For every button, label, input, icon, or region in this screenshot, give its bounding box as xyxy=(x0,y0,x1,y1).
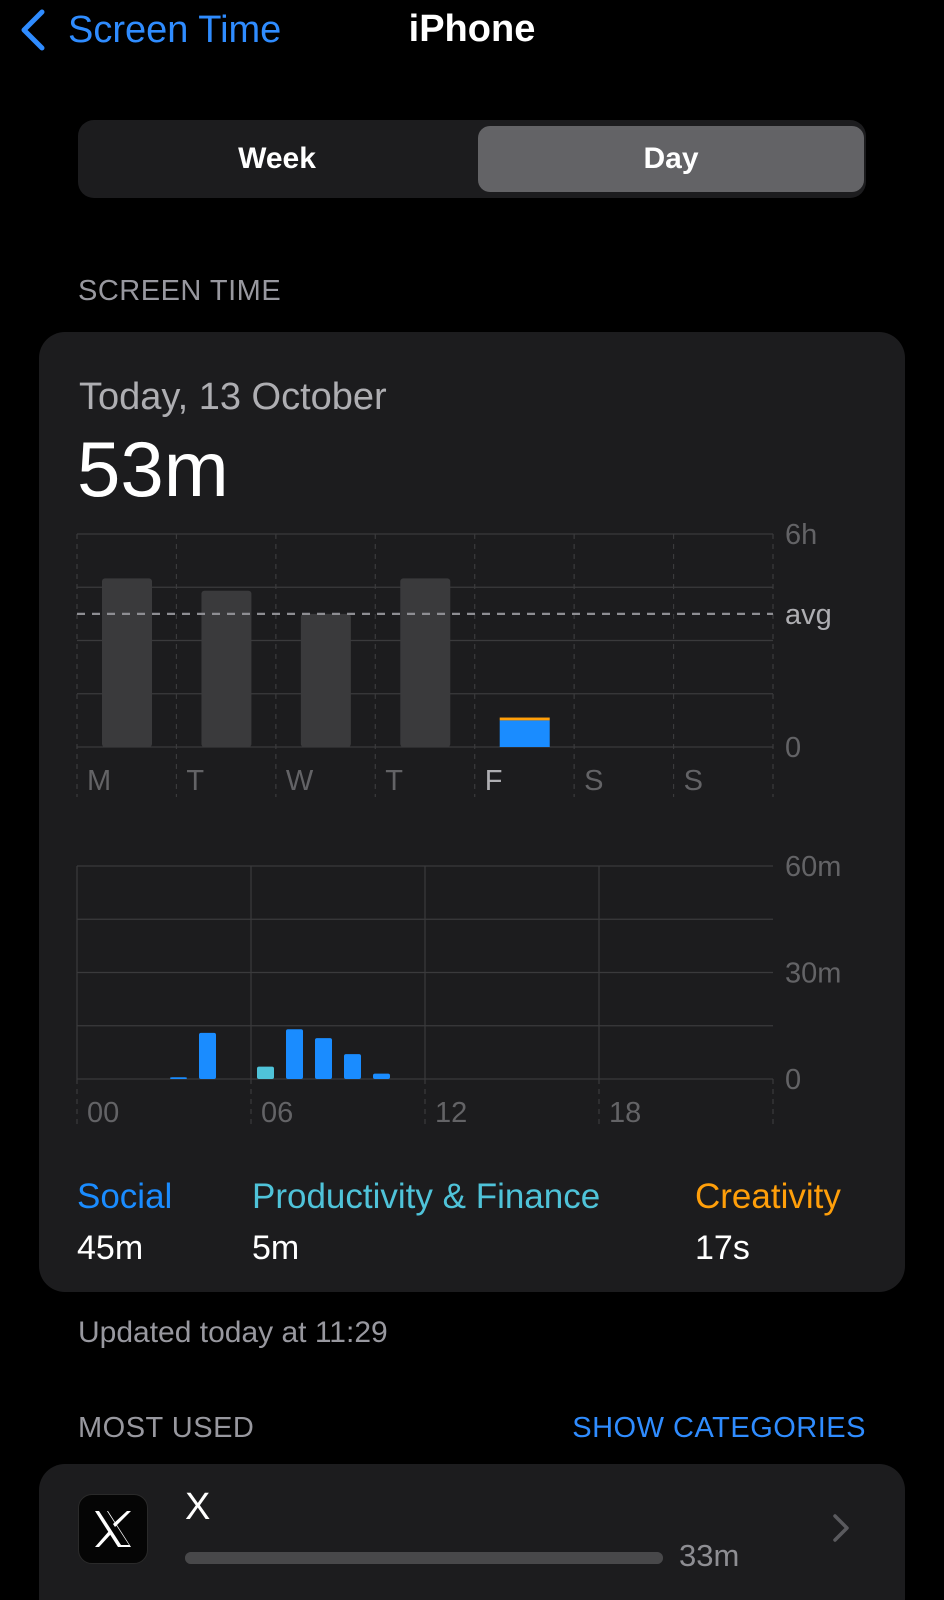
week-bar xyxy=(499,717,550,721)
legend-productivity-value: 5m xyxy=(252,1229,300,1267)
chevron-right-icon xyxy=(833,1514,849,1542)
hour-tick-label: 12 xyxy=(435,1097,467,1129)
hour-tick-label: 18 xyxy=(609,1097,641,1129)
show-categories-button[interactable]: SHOW CATEGORIES xyxy=(572,1412,866,1445)
app-name: X xyxy=(185,1486,211,1528)
hour-bar xyxy=(199,1032,216,1079)
page-title: iPhone xyxy=(408,8,536,50)
hour-bar xyxy=(286,1029,303,1079)
week-y-tick-label: 0 xyxy=(785,732,801,764)
week-y-tick-label: 6h xyxy=(785,519,817,551)
hour-y-tick-label: 0 xyxy=(785,1064,801,1096)
app-usage-bar xyxy=(185,1552,663,1564)
app-usage-bar-fill xyxy=(185,1552,663,1564)
week-tick-label: T xyxy=(186,765,204,797)
legend-productivity: Productivity & Finance 5m xyxy=(252,1177,600,1268)
legend-creativity-value: 17s xyxy=(695,1229,750,1267)
usage-charts: M T W T F S S6havg000 06 12 1860m30m0 xyxy=(76,519,841,1129)
list-item[interactable]: X 33m xyxy=(39,1464,905,1594)
week-tick-label: T xyxy=(385,765,403,797)
navigation-bar: Screen Time iPhone xyxy=(0,0,944,60)
segment-week[interactable]: Week xyxy=(84,126,470,192)
most-used-list: X 33m xyxy=(39,1464,905,1600)
most-used-section-header: MOST USED xyxy=(78,1412,255,1444)
week-bar xyxy=(102,578,152,747)
legend-social-value: 45m xyxy=(77,1229,144,1267)
legend-creativity: Creativity 17s xyxy=(695,1177,841,1268)
updated-timestamp: Updated today at 11:29 xyxy=(78,1316,388,1349)
legend-social-name: Social xyxy=(77,1177,173,1216)
app-usage-time: 33m xyxy=(679,1538,740,1573)
week-tick-label: M xyxy=(87,765,111,797)
week-tick-label: S xyxy=(684,765,703,797)
screen-time-section-header: SCREEN TIME xyxy=(78,275,282,307)
week-tick-label: F xyxy=(485,765,503,797)
hour-tick-label: 00 xyxy=(87,1097,119,1129)
hour-y-tick-label: 60m xyxy=(785,851,841,883)
legend-productivity-name: Productivity & Finance xyxy=(252,1177,601,1216)
x-app-icon xyxy=(78,1494,148,1564)
week-tick-label: S xyxy=(584,765,603,797)
period-segmented-control: Week Day xyxy=(78,120,866,198)
week-bar xyxy=(499,720,550,747)
screen-time-card[interactable]: Today, 13 October 53m M T W T F S S 6h avg 0 00 06 1… xyxy=(39,332,905,1292)
week-tick-label: W xyxy=(286,765,314,797)
week-bar xyxy=(400,578,451,747)
hour-y-tick-label: 30m xyxy=(785,958,841,990)
hour-bar xyxy=(170,1077,187,1079)
legend-social: Social 45m xyxy=(77,1177,172,1268)
segment-day[interactable]: Day xyxy=(478,126,864,192)
hour-tick-label: 06 xyxy=(261,1097,293,1129)
hour-bar xyxy=(257,1066,274,1079)
legend-creativity-name: Creativity xyxy=(695,1177,841,1216)
week-y-tick-label: avg xyxy=(785,599,832,631)
week-bar xyxy=(300,613,351,747)
hour-bar xyxy=(315,1038,332,1079)
hour-bar xyxy=(373,1073,390,1079)
hour-bar xyxy=(344,1054,361,1079)
